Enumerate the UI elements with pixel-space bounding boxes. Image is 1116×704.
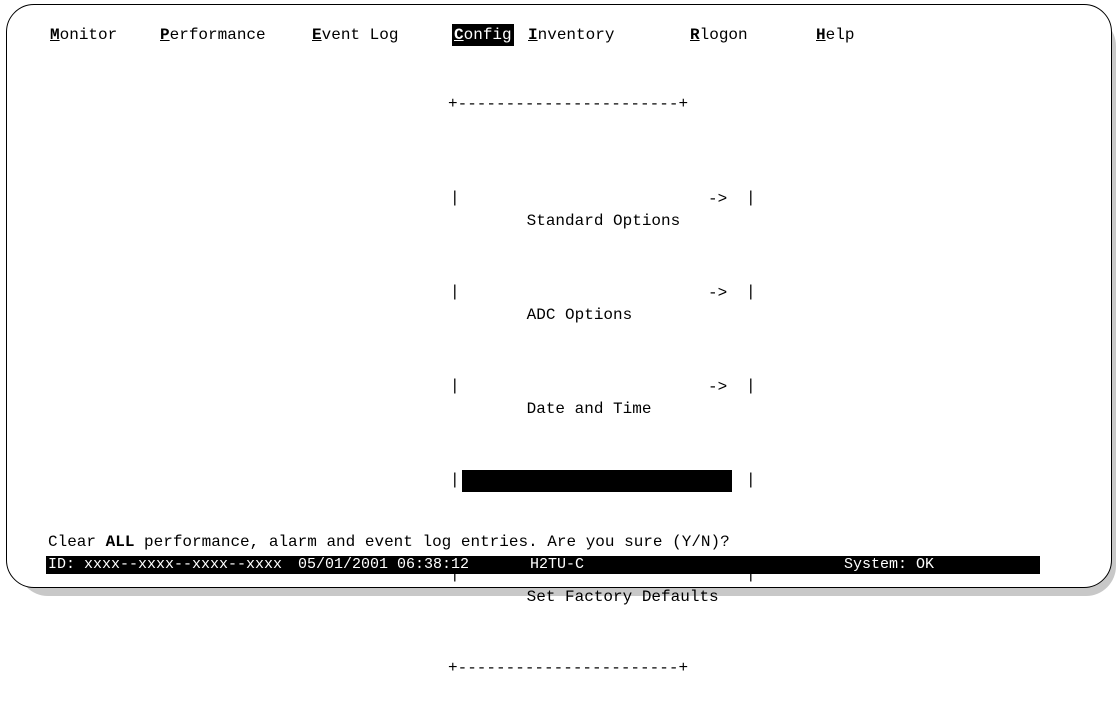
menu-bar: Monitor Performance Event Log Config Inv… [48, 24, 854, 46]
dropdown-border-left: | [450, 471, 460, 489]
menu-accelerator: E [312, 26, 322, 44]
menu-label: onitor [59, 26, 118, 44]
dropdown-border-right: | [746, 283, 756, 301]
dropdown-border-top: +-----------------------+ [448, 95, 689, 113]
menu-label: erformance [169, 26, 266, 44]
prompt-text-before: Clear [48, 533, 106, 551]
status-id: ID: xxxx--xxxx--xxxx--xxxx [48, 556, 283, 573]
menu-accelerator: M [50, 26, 60, 44]
prompt-text-after: performance, alarm and event log entries… [134, 533, 730, 551]
dropdown-border-bottom: +-----------------------+ [448, 659, 689, 677]
menu-item-label: Standard Options [526, 212, 681, 230]
submenu-arrow-icon: -> [708, 190, 728, 208]
prompt-emphasis: ALL [105, 533, 135, 551]
menu-rlogon[interactable]: Rlogon [688, 24, 750, 46]
menu-label: onfig [463, 26, 512, 44]
menu-item-label: Date and Time [526, 400, 652, 418]
menu-help[interactable]: Help [814, 24, 856, 46]
menu-config[interactable]: Config [452, 24, 514, 46]
menu-accelerator: I [528, 26, 538, 44]
menu-inventory[interactable]: Inventory [526, 24, 616, 46]
menu-monitor[interactable]: Monitor [48, 24, 119, 46]
dropdown-border-left: | [450, 189, 460, 207]
menu-item-label: Master Clear [524, 494, 640, 512]
dropdown-border-right: | [746, 471, 756, 489]
menu-performance[interactable]: Performance [158, 24, 268, 46]
menu-accelerator: C [454, 26, 464, 44]
dropdown-border-right: | [746, 189, 756, 207]
menu-accelerator: R [690, 26, 700, 44]
status-bar: ID: xxxx--xxxx--xxxx--xxxx 05/01/2001 06… [46, 556, 1040, 574]
dropdown-row: | Date and Time -> | [448, 375, 756, 418]
dropdown-row: | ADC Options -> | [448, 281, 756, 324]
status-unit: H2TU-C [530, 556, 585, 573]
confirmation-prompt: Clear ALL performance, alarm and event l… [48, 532, 730, 552]
config-dropdown-menu: +-----------------------+ | Standard Opt… [448, 46, 756, 704]
menu-accelerator: H [816, 26, 826, 44]
menu-label: elp [825, 26, 855, 44]
dropdown-row: | Standard Options -> | [448, 187, 756, 230]
submenu-arrow-icon: -> [708, 284, 728, 302]
status-system: System: OK [844, 556, 935, 573]
dropdown-border-left: | [450, 377, 460, 395]
menu-label: nventory [537, 26, 615, 44]
status-datetime: 05/01/2001 06:38:12 [298, 556, 470, 573]
dropdown-border-left: | [450, 283, 460, 301]
dropdown-border-right: | [746, 377, 756, 395]
menu-label: vent Log [321, 26, 399, 44]
menu-item-standard-options[interactable]: Standard Options -> [464, 188, 730, 230]
menu-item-adc-options[interactable]: ADC Options -> [464, 282, 730, 324]
submenu-arrow-icon: -> [708, 378, 728, 396]
menu-item-master-clear[interactable]: Master Clear [462, 470, 732, 512]
menu-label: logon [699, 26, 748, 44]
dropdown-row: | Master Clear | [448, 469, 756, 512]
menu-item-date-and-time[interactable]: Date and Time -> [464, 376, 730, 418]
menu-item-label: ADC Options [526, 306, 633, 324]
menu-item-label: Set Factory Defaults [526, 588, 719, 606]
menu-event-log[interactable]: Event Log [310, 24, 400, 46]
menu-accelerator: P [160, 26, 170, 44]
